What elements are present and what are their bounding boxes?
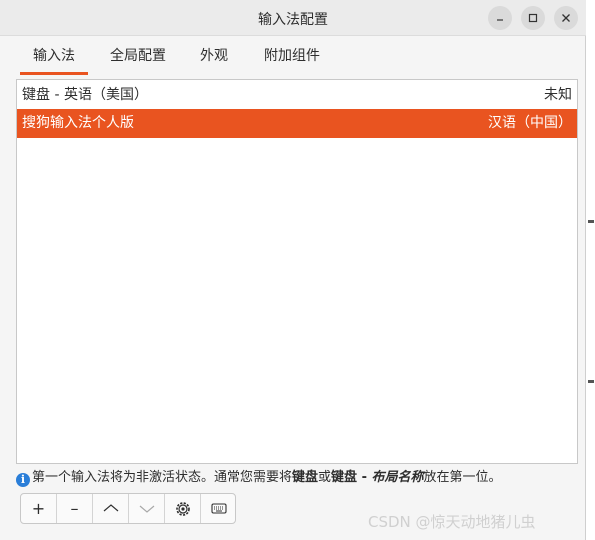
watermark: CSDN @惊天动地猪儿虫 bbox=[368, 513, 536, 531]
maximize-icon bbox=[528, 13, 538, 23]
hint-dash: - bbox=[357, 470, 372, 485]
add-button[interactable]: + bbox=[21, 494, 57, 523]
input-method-list[interactable]: 键盘 - 英语（美国） 未知 搜狗输入法个人版 汉语（中国） bbox=[16, 79, 578, 464]
background-mark bbox=[588, 380, 594, 383]
tab-addons[interactable]: 附加组件 bbox=[256, 40, 328, 72]
list-item-selected[interactable]: 搜狗输入法个人版 汉语（中国） bbox=[17, 109, 577, 138]
tab-global-config[interactable]: 全局配置 bbox=[102, 40, 174, 72]
info-icon: i bbox=[16, 473, 30, 487]
background-mark bbox=[588, 220, 594, 223]
maximize-button[interactable] bbox=[521, 6, 545, 30]
list-item-name: 搜狗输入法个人版 bbox=[22, 115, 134, 131]
configure-button[interactable] bbox=[165, 494, 201, 523]
move-up-button[interactable] bbox=[93, 494, 129, 523]
list-item[interactable]: 键盘 - 英语（美国） 未知 bbox=[17, 81, 577, 110]
up-icon bbox=[103, 504, 119, 512]
configure-icon bbox=[176, 502, 190, 516]
list-item-language: 汉语（中国） bbox=[488, 115, 572, 131]
minimize-icon bbox=[497, 19, 503, 21]
hint-or: 或 bbox=[318, 470, 332, 485]
background-desktop-strip bbox=[585, 0, 595, 540]
close-icon bbox=[562, 14, 570, 22]
input-method-config-window: 输入法配置 输入法 全局配置 外观 附加组件 键盘 - 英语（美国） 未知 搜狗… bbox=[0, 0, 586, 540]
hint-layout-name: 布局名称 bbox=[371, 470, 424, 485]
hint-text: i 第一个输入法将为非激活状态。通常您需要将键盘或键盘 - 布局名称放在第一位。 bbox=[16, 468, 502, 488]
close-button[interactable] bbox=[554, 6, 578, 30]
hint-prefix: 第一个输入法将为非激活状态。通常您需要将 bbox=[32, 470, 293, 485]
hint-bold-keyboard: 键盘 bbox=[292, 470, 319, 485]
list-item-name: 键盘 - 英语（美国） bbox=[22, 87, 148, 103]
move-down-button[interactable] bbox=[129, 494, 165, 523]
remove-button[interactable]: – bbox=[57, 494, 93, 523]
down-icon bbox=[139, 505, 155, 513]
hint-suffix: 放在第一位。 bbox=[423, 470, 502, 485]
tab-appearance[interactable]: 外观 bbox=[192, 40, 236, 72]
minimize-button[interactable] bbox=[488, 6, 512, 30]
title-bar[interactable]: 输入法配置 bbox=[0, 0, 586, 36]
list-toolbar: + – bbox=[20, 493, 236, 524]
keyboard-icon bbox=[211, 503, 227, 514]
list-item-language: 未知 bbox=[544, 87, 572, 103]
tab-input-method[interactable]: 输入法 bbox=[20, 40, 88, 75]
keyboard-layout-button[interactable] bbox=[201, 494, 237, 523]
hint-bold-keyboard-2: 键盘 bbox=[331, 470, 358, 485]
